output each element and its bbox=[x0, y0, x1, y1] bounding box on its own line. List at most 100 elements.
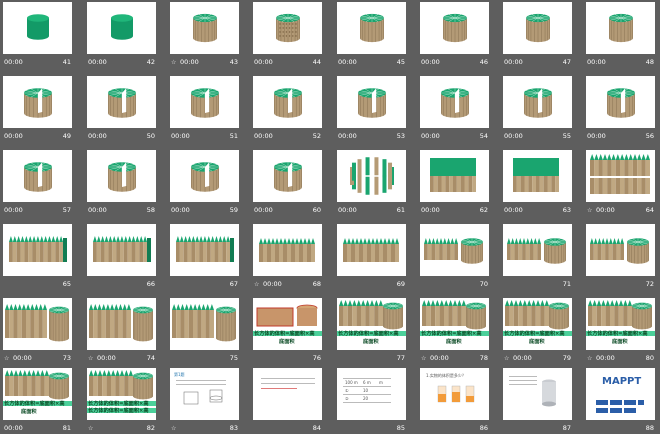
slide-thumbnail-66[interactable]: 66 bbox=[87, 224, 156, 290]
slide-thumbnail-57[interactable]: 00:00 57 bbox=[3, 150, 72, 216]
animation-star-icon[interactable]: ☆ bbox=[504, 353, 509, 364]
slide-thumbnail-75[interactable]: 75 bbox=[170, 298, 239, 364]
slide-thumbnail-61[interactable]: 00:00 61 bbox=[337, 150, 406, 216]
slide-thumbnail-85[interactable]: 100 m 6 m m ① 10 ② 20 85 bbox=[337, 368, 406, 434]
slide-number: 80 bbox=[645, 354, 654, 362]
slide-thumbnail-86[interactable]: 1.实物的体积是多少？ 86 bbox=[420, 368, 489, 434]
slide-thumbnail-62[interactable]: 00:00 62 bbox=[420, 150, 489, 216]
slide-thumbnail-65[interactable]: 65 bbox=[3, 224, 72, 290]
slide-meta: 00:00 52 bbox=[253, 131, 322, 142]
slide-thumbnail-77[interactable]: 长方体的体积=底面积×高 底面积 77 bbox=[337, 298, 406, 364]
slide-illustration bbox=[172, 304, 236, 342]
slide-number: 48 bbox=[645, 58, 654, 66]
table-line bbox=[343, 394, 391, 395]
slide-preview: 长方体的体积=底面积×高 长方体的体积=底面积×高 bbox=[87, 368, 156, 420]
slide-number: 85 bbox=[396, 424, 405, 432]
slide-timing: 00:00 bbox=[4, 424, 23, 432]
slide-timing: 00:00 bbox=[171, 206, 190, 214]
slide-meta: 66 bbox=[87, 279, 156, 290]
slide-thumbnail-79[interactable]: 长方体的体积=底面积×高 底面积 ☆ 00:00 79 bbox=[503, 298, 572, 364]
formula-text: 长方体的体积=底面积×高 bbox=[254, 331, 315, 337]
slide-thumbnail-43[interactable]: ☆ 00:00 43 bbox=[170, 2, 239, 68]
slide-thumbnail-47[interactable]: 00:00 47 bbox=[503, 2, 572, 68]
slide-thumbnail-73[interactable]: ☆ 00:00 73 bbox=[3, 298, 72, 364]
slide-thumbnail-51[interactable]: 00:00 51 bbox=[170, 76, 239, 142]
slide-meta: 00:00 41 bbox=[3, 57, 72, 68]
slide-number: 60 bbox=[312, 206, 321, 214]
slide-thumbnail-44[interactable]: 00:00 44 bbox=[253, 2, 322, 68]
animation-star-icon[interactable]: ☆ bbox=[587, 353, 592, 364]
slide-meta: 00:00 53 bbox=[337, 131, 406, 142]
slide-thumbnail-50[interactable]: 00:00 50 bbox=[87, 76, 156, 142]
slide-thumbnail-82[interactable]: 长方体的体积=底面积×高 长方体的体积=底面积×高 ☆ 82 bbox=[87, 368, 156, 434]
slide-thumbnail-56[interactable]: 00:00 56 bbox=[586, 76, 655, 142]
slide-thumbnail-45[interactable]: 00:00 45 bbox=[337, 2, 406, 68]
slide-thumbnail-76[interactable]: 长方体的体积=底面积×高 底面积 76 bbox=[253, 298, 322, 364]
slide-thumbnail-68[interactable]: ☆ 00:00 68 bbox=[253, 224, 322, 290]
animation-star-icon[interactable]: ☆ bbox=[171, 57, 176, 68]
slide-thumbnail-70[interactable]: 70 bbox=[420, 224, 489, 290]
animation-star-icon[interactable]: ☆ bbox=[421, 353, 426, 364]
slide-thumbnail-83[interactable]: 第1题 ☆ 83 bbox=[170, 368, 239, 434]
slide-timing: 00:00 bbox=[13, 354, 32, 362]
slide-thumbnail-78[interactable]: 长方体的体积=底面积×高 底面积 ☆ 00:00 78 bbox=[420, 298, 489, 364]
animation-star-icon[interactable]: ☆ bbox=[254, 279, 259, 290]
slide-illustration bbox=[193, 13, 217, 43]
slide-meta: 00:00 48 bbox=[586, 57, 655, 68]
slide-thumbnail-81[interactable]: 长方体的体积=底面积×高 底面积 00:00 81 bbox=[3, 368, 72, 434]
slide-thumbnail-63[interactable]: 00:00 63 bbox=[503, 150, 572, 216]
slide-thumbnail-53[interactable]: 00:00 53 bbox=[337, 76, 406, 142]
slide-thumbnail-42[interactable]: 00:00 42 bbox=[87, 2, 156, 68]
slide-thumbnail-54[interactable]: 00:00 54 bbox=[420, 76, 489, 142]
slide-thumbnail-72[interactable]: 72 bbox=[586, 224, 655, 290]
table-cell: 6 m bbox=[363, 380, 371, 385]
slide-meta: ☆ 00:00 64 bbox=[586, 205, 655, 216]
text-line bbox=[176, 384, 226, 385]
slide-thumbnail-69[interactable]: 69 bbox=[337, 224, 406, 290]
animation-star-icon[interactable]: ☆ bbox=[587, 205, 592, 216]
slide-meta: 00:00 51 bbox=[170, 131, 239, 142]
slide-number: 76 bbox=[312, 354, 321, 362]
slide-illustration bbox=[507, 238, 566, 264]
slide-thumbnail-59[interactable]: 00:00 59 bbox=[170, 150, 239, 216]
slide-thumbnail-58[interactable]: 00:00 58 bbox=[87, 150, 156, 216]
slide-thumbnail-71[interactable]: 71 bbox=[503, 224, 572, 290]
animation-star-icon[interactable]: ☆ bbox=[88, 423, 93, 434]
slide-thumbnail-80[interactable]: 长方体的体积=底面积×高 底面积 ☆ 00:00 80 bbox=[586, 298, 655, 364]
animation-star-icon[interactable]: ☆ bbox=[4, 353, 9, 364]
slide-timing: 00:00 bbox=[97, 354, 116, 362]
slide-timing: 00:00 bbox=[254, 206, 273, 214]
formula-text: 长方体的体积=底面积×高 bbox=[4, 401, 65, 407]
slide-thumbnail-74[interactable]: ☆ 00:00 74 bbox=[87, 298, 156, 364]
slide-meta: 88 bbox=[586, 423, 655, 434]
slide-thumbnail-87[interactable]: 87 bbox=[503, 368, 572, 434]
slide-thumbnail-46[interactable]: 00:00 46 bbox=[420, 2, 489, 68]
table-cell: m bbox=[379, 380, 383, 385]
slide-number: 61 bbox=[396, 206, 405, 214]
slide-thumbnail-60[interactable]: 00:00 60 bbox=[253, 150, 322, 216]
slide-number: 78 bbox=[479, 354, 488, 362]
slide-thumbnail-67[interactable]: 67 bbox=[170, 224, 239, 290]
slide-thumbnail-41[interactable]: 00:00 41 bbox=[3, 2, 72, 68]
slide-number: 51 bbox=[229, 132, 238, 140]
slide-thumbnail-84[interactable]: 84 bbox=[253, 368, 322, 434]
slide-meta: 00:00 55 bbox=[503, 131, 572, 142]
slide-preview bbox=[87, 224, 156, 276]
slide-illustration bbox=[27, 14, 49, 40]
slide-thumbnail-48[interactable]: 00:00 48 bbox=[586, 2, 655, 68]
slide-thumbnail-88[interactable]: MAPPT 88 bbox=[586, 368, 655, 434]
animation-star-icon[interactable]: ☆ bbox=[88, 353, 93, 364]
slide-illustration bbox=[524, 88, 552, 118]
slide-illustration bbox=[176, 236, 234, 262]
slide-preview bbox=[170, 224, 239, 276]
animation-star-icon[interactable]: ☆ bbox=[171, 423, 176, 434]
slide-preview bbox=[586, 2, 655, 54]
slide-thumbnail-55[interactable]: 00:00 55 bbox=[503, 76, 572, 142]
slide-thumbnail-52[interactable]: 00:00 52 bbox=[253, 76, 322, 142]
slide-number: 66 bbox=[146, 280, 155, 288]
table-line bbox=[343, 402, 391, 403]
slide-thumbnail-49[interactable]: 00:00 49 bbox=[3, 76, 72, 142]
slide-thumbnail-64[interactable]: ☆ 00:00 64 bbox=[586, 150, 655, 216]
slide-number: 72 bbox=[645, 280, 654, 288]
slide-number: 58 bbox=[146, 206, 155, 214]
